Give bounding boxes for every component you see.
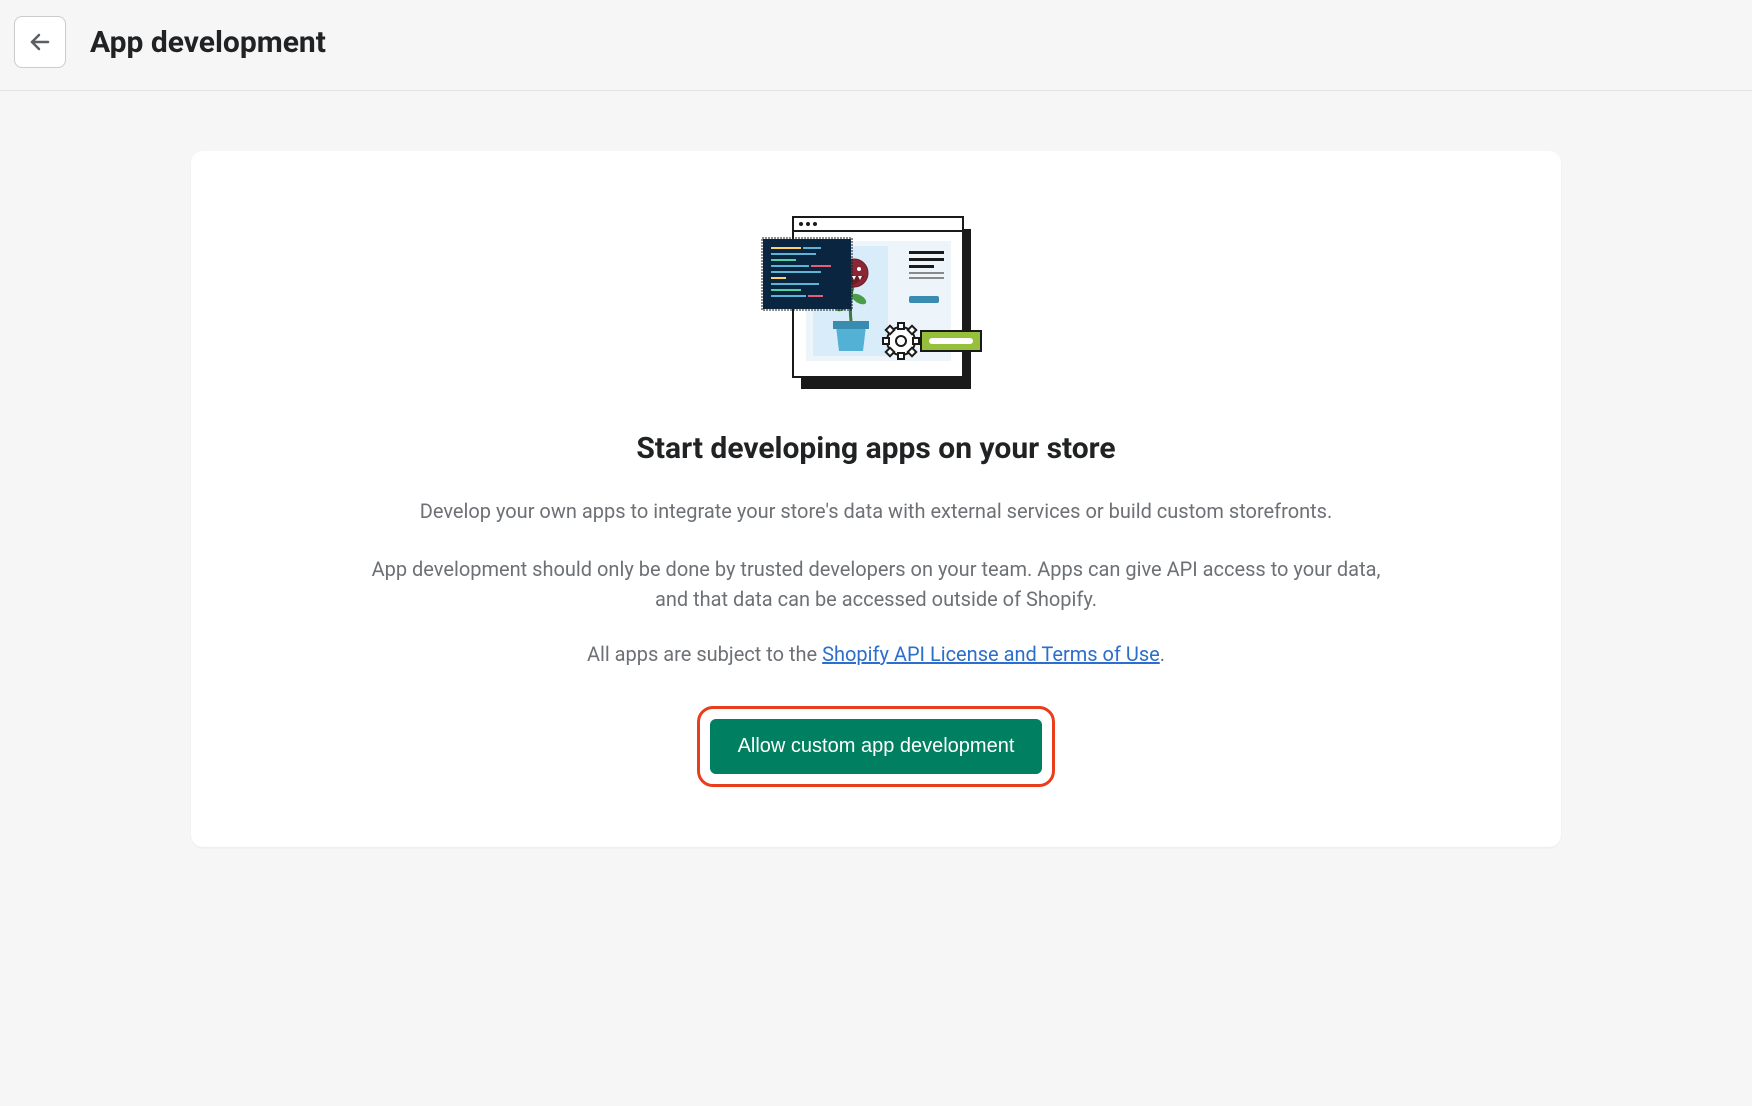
back-button[interactable] (14, 16, 66, 68)
arrow-left-icon (28, 30, 52, 54)
card-description-1: Develop your own apps to integrate your … (356, 496, 1396, 526)
cta-highlight-wrapper: Allow custom app development (697, 706, 1056, 787)
terms-text: All apps are subject to the Shopify API … (231, 642, 1521, 666)
page-header: App development (0, 0, 1752, 84)
card-heading: Start developing apps on your store (231, 431, 1521, 466)
app-development-illustration (751, 211, 1001, 391)
content-wrapper: Start developing apps on your store Deve… (0, 91, 1752, 857)
terms-link[interactable]: Shopify API License and Terms of Use (822, 642, 1160, 666)
allow-custom-app-development-button[interactable]: Allow custom app development (710, 719, 1043, 774)
terms-prefix: All apps are subject to the (587, 642, 822, 666)
card-description-2: App development should only be done by t… (356, 554, 1396, 614)
app-development-card: Start developing apps on your store Deve… (191, 151, 1561, 847)
page-title: App development (90, 25, 326, 60)
terms-suffix: . (1160, 642, 1165, 666)
